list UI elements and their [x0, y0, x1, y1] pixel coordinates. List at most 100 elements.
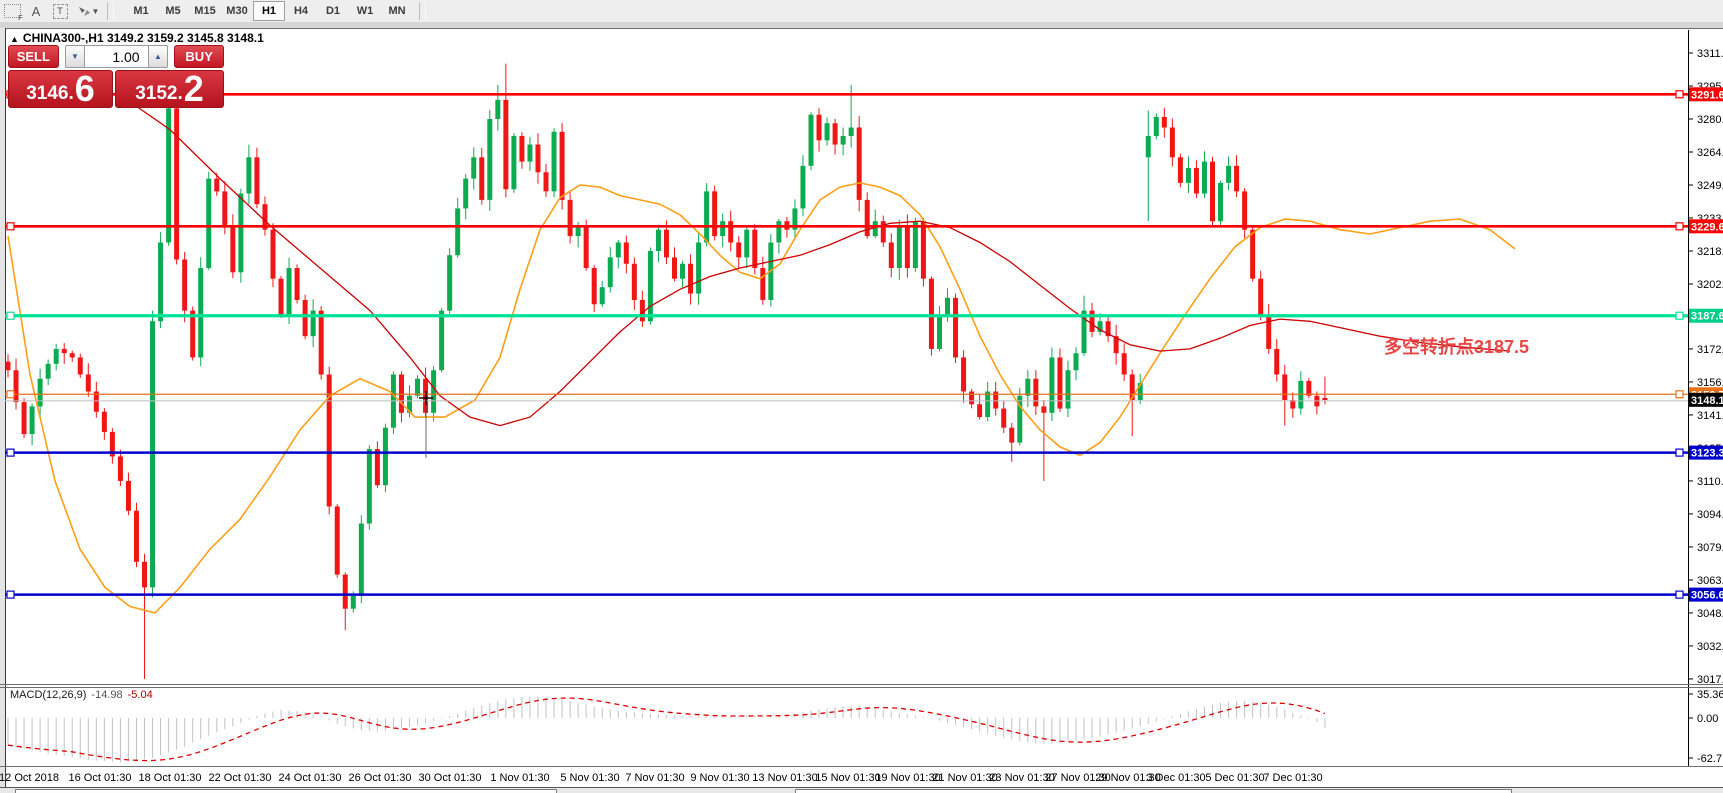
svg-text:3056.6: 3056.6: [1691, 590, 1723, 602]
price-tick-label: 3110.0: [1697, 476, 1723, 488]
candle-body: [913, 221, 918, 268]
time-tick-label: 18 Oct 01:30: [139, 772, 202, 784]
candle-body: [343, 575, 348, 609]
candle-body: [608, 257, 613, 287]
candle-body: [833, 123, 838, 144]
candle-body: [969, 392, 974, 405]
buy-button[interactable]: BUY: [174, 45, 224, 68]
volume-field[interactable]: 1.00: [85, 45, 147, 68]
candle-body: [471, 157, 476, 178]
candle-body: [1306, 381, 1311, 396]
candle-body: [937, 315, 942, 349]
candle-body: [222, 191, 227, 225]
candle-body: [1073, 353, 1078, 370]
candle-body: [511, 136, 516, 189]
hline-handle[interactable]: [1676, 223, 1683, 230]
candle-body: [150, 321, 155, 587]
sell-price-display[interactable]: 3146.6: [8, 70, 113, 108]
volume-increase-button[interactable]: ▲: [148, 45, 169, 68]
candle-body: [616, 242, 621, 257]
candle-body: [198, 268, 203, 357]
hline-handle[interactable]: [7, 391, 14, 398]
time-tick-label: 12 Oct 2018: [0, 772, 59, 784]
sell-button[interactable]: SELL: [8, 45, 59, 68]
volume-decrease-button[interactable]: ▼: [65, 45, 86, 68]
candle-body: [1210, 162, 1215, 222]
candle-body: [720, 221, 725, 236]
candle-body: [1178, 157, 1183, 183]
candle-body: [1033, 379, 1038, 407]
candle-body: [1001, 409, 1006, 428]
candle-body: [752, 230, 757, 268]
candle-body: [1025, 379, 1030, 396]
hline-handle[interactable]: [1676, 312, 1683, 319]
sell-price-big-digit: 6: [75, 74, 95, 104]
candle-body: [921, 221, 926, 278]
candle-body: [383, 428, 388, 485]
candle-body: [303, 300, 308, 336]
dock-window-edge[interactable]: [15, 789, 557, 793]
hline-handle[interactable]: [1676, 449, 1683, 456]
candle-body: [142, 562, 147, 588]
price-tick-label: 3048.0: [1697, 608, 1723, 620]
candle-body: [744, 230, 749, 258]
time-tick-label: 7 Dec 01:30: [1263, 772, 1322, 784]
candle-body: [728, 221, 733, 242]
price-tick-label: 3280.0: [1697, 114, 1723, 126]
time-tick-label: 9 Nov 01:30: [690, 772, 749, 784]
candle-body: [479, 157, 484, 200]
hline-handle[interactable]: [7, 591, 14, 598]
candle-body: [495, 100, 500, 119]
time-tick-label: 16 Oct 01:30: [69, 772, 132, 784]
price-tick-label: 3156.5: [1697, 377, 1723, 389]
candle-body: [889, 242, 894, 268]
candle-body: [1049, 357, 1054, 412]
hline-handle[interactable]: [1676, 391, 1683, 398]
buy-price-main: 3152.: [135, 84, 183, 104]
price-tick-label: 3249.0: [1697, 180, 1723, 192]
time-tick-label: 3 Dec 01:30: [1146, 772, 1205, 784]
chart-canvas[interactable]: 3311.03295.53280.03264.53249.03233.53218…: [0, 0, 1723, 793]
candle-body: [1242, 191, 1247, 229]
macd-tick-label: 0.00: [1697, 713, 1718, 725]
candle-body: [1266, 315, 1271, 349]
candle-body: [1162, 117, 1167, 128]
price-tick-label: 3079.0: [1697, 542, 1723, 554]
candle-body: [535, 145, 540, 173]
candle-body: [600, 287, 605, 304]
candles-layer: [6, 64, 1328, 679]
pivot-annotation-text[interactable]: 多空转折点3187.5: [1384, 333, 1529, 359]
candle-body: [86, 374, 91, 391]
time-tick-label: 5 Dec 01:30: [1205, 772, 1264, 784]
candle-body: [527, 145, 532, 162]
buy-price-display[interactable]: 3152.2: [115, 70, 224, 108]
hline-handle[interactable]: [1676, 91, 1683, 98]
candle-body: [1122, 353, 1127, 374]
candle-body: [945, 298, 950, 315]
dock-window-edge[interactable]: [795, 789, 1512, 793]
candle-body: [776, 221, 781, 242]
hline-handle[interactable]: [7, 449, 14, 456]
candle-body: [568, 200, 573, 236]
time-tick-label: 30 Oct 01:30: [419, 772, 482, 784]
price-tick-label: 3017.0: [1697, 674, 1723, 686]
mt4-window: F A T ▼ M1M5M15M30H1H4D1W1MN 3311.03295.…: [0, 0, 1723, 793]
candle-body: [70, 353, 75, 357]
price-tick-label: 3264.5: [1697, 147, 1723, 159]
candle-body: [254, 157, 259, 204]
candle-body: [961, 357, 966, 391]
candle-body: [1090, 311, 1095, 332]
candle-body: [712, 191, 717, 236]
price-tick-label: 3032.5: [1697, 641, 1723, 653]
candle-body: [760, 268, 765, 300]
hline-handle[interactable]: [7, 223, 14, 230]
candle-body: [736, 242, 741, 257]
candle-body: [447, 255, 452, 310]
candle-body: [295, 268, 300, 300]
candle-body: [800, 166, 805, 209]
current-price-tag: 3148.1: [1689, 393, 1723, 407]
candle-body: [214, 179, 219, 192]
hline-handle[interactable]: [1676, 591, 1683, 598]
hline-handle[interactable]: [7, 312, 14, 319]
candle-body: [399, 374, 404, 412]
